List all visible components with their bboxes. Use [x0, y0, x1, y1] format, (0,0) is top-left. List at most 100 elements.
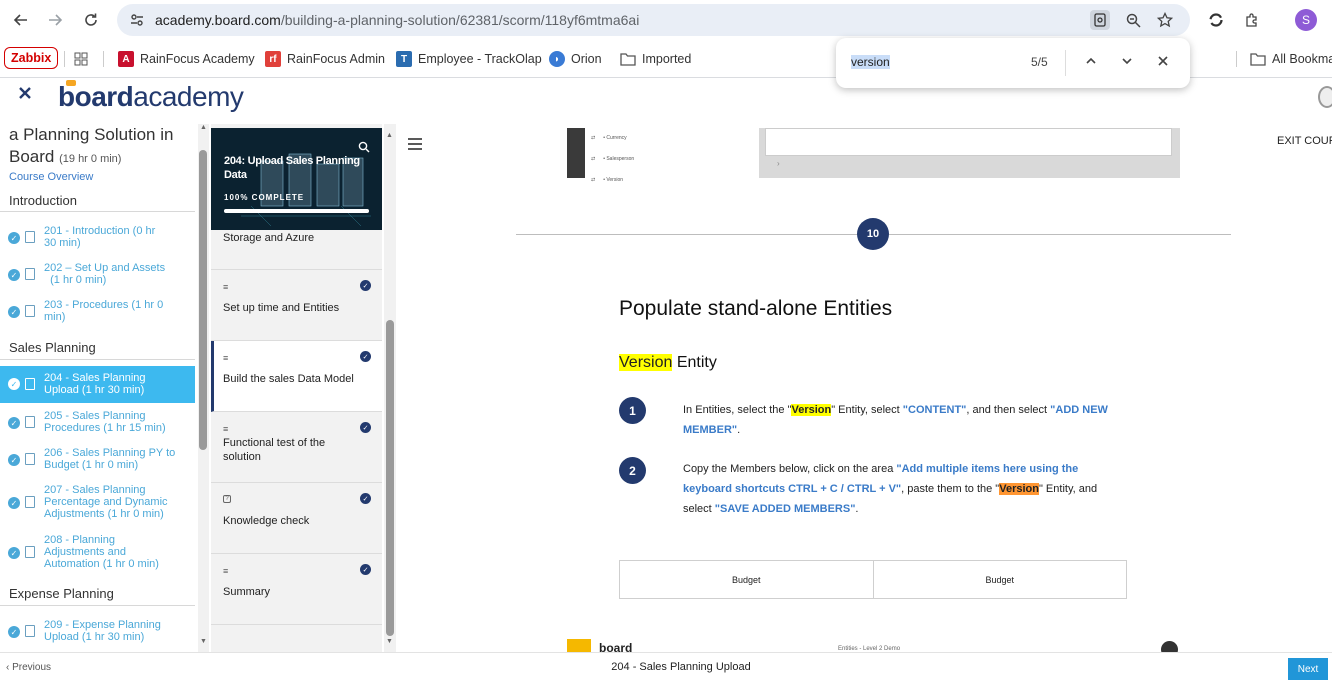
scroll-up-arrow-icon[interactable]: ▲ — [200, 124, 207, 131]
section-expense-planning[interactable]: Expense Planning — [9, 586, 114, 601]
bookmark-rainfocus-admin[interactable]: rf RainFocus Admin — [265, 49, 385, 69]
bookmark-label: Zabbix — [11, 51, 52, 65]
exit-course-button[interactable]: EXIT COUR — [1277, 135, 1332, 147]
lesson-203[interactable]: ✓ 203 - Procedures (1 hr 0 min) — [0, 298, 195, 324]
step-number-badge: 1 — [619, 397, 646, 424]
zoom-icon[interactable] — [1123, 10, 1143, 30]
next-button[interactable]: Next — [1288, 658, 1328, 680]
lesson-panel-scrollbar[interactable]: ▲ ▼ — [384, 124, 396, 652]
logo-academy-text: academy — [133, 81, 244, 112]
step-text-segment: . — [737, 424, 741, 436]
lesson-banner-title: 204: Upload Sales Planning Data — [224, 154, 360, 182]
bookmark-star-icon[interactable] — [1155, 10, 1175, 30]
lesson-205[interactable]: ✓ 205 - Sales Planning Procedures (1 hr 1… — [0, 409, 195, 435]
lesson-label: 204 - Sales Planning — [44, 372, 146, 384]
back-arrow-icon[interactable] — [10, 9, 32, 31]
lesson-label: 203 - Procedures (1 hr 0 — [44, 299, 164, 311]
lesson-label: Budget (1 hr 0 min) — [44, 459, 139, 471]
close-course-icon[interactable] — [18, 86, 32, 105]
lesson-201[interactable]: ✓ 201 - Introduction (0 hr 30 min) — [0, 224, 195, 250]
text-lines-icon: ≡ — [223, 424, 229, 434]
find-in-page-icon[interactable] — [1090, 10, 1110, 30]
bookmark-zabbix[interactable]: Zabbix — [4, 47, 59, 69]
section-introduction[interactable]: Introduction — [9, 193, 77, 208]
lesson-label: Upload (1 hr 30 min) — [44, 631, 145, 643]
find-query-input[interactable]: version — [851, 55, 890, 69]
lesson-209[interactable]: ✓ 209 - Expense Planning Upload (1 hr 30 … — [0, 618, 195, 644]
lesson-panel-scroll-thumb[interactable] — [386, 320, 394, 636]
lesson-label: 201 - Introduction (0 hr — [44, 225, 156, 237]
topic-label: solution — [223, 451, 261, 463]
topic-label: Storage and Azure — [223, 232, 315, 244]
extensions-puzzle-icon[interactable] — [1241, 9, 1263, 31]
find-match-current-highlight: Version — [999, 483, 1039, 495]
screenshot-input-area — [765, 128, 1172, 156]
reload-icon[interactable] — [80, 9, 102, 31]
topic-build-the-sales-data-model[interactable]: ≡ ✓ Build the sales Data Model — [211, 341, 382, 412]
bookmark-label: Employee - TrackOlap — [418, 52, 542, 66]
lesson-206[interactable]: ✓ 206 - Sales Planning PY to Budget (1 hr… — [0, 446, 195, 472]
topic-label: Summary — [223, 586, 271, 598]
quiz-icon: ? — [223, 495, 231, 503]
sidebar-scrollbar[interactable]: ▲ ▼ — [198, 124, 209, 652]
scroll-up-arrow-icon[interactable]: ▲ — [386, 132, 393, 139]
apps-grid-icon[interactable] — [73, 49, 89, 69]
topic-set-up-time-and-entities[interactable]: ≡ ✓ Set up time and Entities — [211, 270, 382, 341]
scroll-down-arrow-icon[interactable]: ▼ — [386, 638, 393, 645]
table-cell: Budget — [620, 561, 874, 598]
chevron-down-icon[interactable] — [1120, 54, 1134, 73]
topic-storage-and-azure[interactable]: Storage and Azure — [211, 230, 382, 270]
bookmark-orion[interactable]: ◗ Orion — [549, 49, 602, 69]
close-icon[interactable] — [1156, 54, 1170, 73]
sidebar-scroll-thumb[interactable] — [199, 150, 207, 450]
header-toggle[interactable] — [1318, 86, 1332, 108]
profile-avatar[interactable]: S — [1295, 9, 1317, 31]
check-circle-icon: ✓ — [360, 564, 371, 575]
document-icon — [25, 268, 35, 280]
lesson-202[interactable]: ✓ 202 – Set Up and Assets (1 hr 0 min) — [0, 261, 195, 287]
step-emphasis: "CONTENT" — [902, 404, 967, 416]
hamburger-menu-icon[interactable] — [408, 137, 422, 155]
topic-knowledge-check[interactable]: ? ✓ Knowledge check — [211, 483, 382, 554]
course-title-line: a Planning Solution in — [9, 125, 174, 144]
topic-label: Knowledge check — [223, 515, 310, 527]
site-info-icon[interactable] — [127, 10, 147, 30]
forward-arrow-icon[interactable] — [44, 9, 66, 31]
orion-icon: ◗ — [549, 51, 565, 67]
section-divider — [0, 211, 195, 212]
topic-summary[interactable]: ≡ ✓ Summary — [211, 554, 382, 625]
section-sales-planning[interactable]: Sales Planning — [9, 340, 96, 355]
address-bar[interactable]: academy.board.com/building-a-planning-so… — [117, 4, 1190, 36]
lesson-topic-panel: 204: Upload Sales Planning Data 100% COMP… — [211, 124, 382, 652]
lesson-label: 209 - Expense Planning — [44, 619, 161, 631]
lesson-label: Automation (1 hr 0 min) — [44, 558, 159, 570]
search-icon[interactable] — [358, 140, 370, 158]
step-emphasis: "SAVE ADDED MEMBERS" — [714, 503, 856, 515]
bookmark-label: RainFocus Admin — [287, 52, 385, 66]
lesson-208[interactable]: ✓ 208 - Planning Adjustments and Automatio… — [0, 533, 195, 571]
bookmark-trackolap[interactable]: T Employee - TrackOlap — [396, 49, 542, 69]
chevron-up-icon[interactable] — [1084, 54, 1098, 73]
lesson-207[interactable]: ✓ 207 - Sales Planning Percentage and Dyn… — [0, 483, 195, 521]
bookmark-rainfocus-academy[interactable]: A RainFocus Academy — [118, 49, 255, 69]
bookmark-divider — [1236, 51, 1237, 67]
document-icon — [25, 378, 35, 390]
bookmark-all-bookmarks[interactable]: All Bookma — [1250, 49, 1332, 69]
section-divider — [0, 359, 195, 360]
lesson-label: Percentage and Dynamic — [44, 496, 168, 508]
logo-accent-mark — [66, 80, 76, 86]
rainfocus-admin-icon: rf — [265, 51, 281, 67]
scroll-down-arrow-icon[interactable]: ▼ — [200, 638, 207, 645]
browser-toolbar: academy.board.com/building-a-planning-so… — [0, 0, 1332, 40]
course-overview-link[interactable]: Course Overview — [9, 171, 93, 183]
bookmark-folder-imported[interactable]: Imported — [620, 49, 691, 69]
extension-sync-icon[interactable] — [1205, 9, 1227, 31]
text-lines-icon: ≡ — [223, 353, 229, 363]
screenshot-row-list: ⇄ • Currency ⇄ • Salesperson ⇄ • Version — [591, 135, 635, 183]
lesson-label: (1 hr 0 min) — [44, 274, 107, 286]
lesson-banner-title-line: 204: Upload Sales Planning — [224, 155, 360, 167]
lesson-204[interactable]: ✓ 204 - Sales Planning Upload (1 hr 30 mi… — [0, 366, 195, 403]
embedded-screenshot: ⇄ • Currency ⇄ • Salesperson ⇄ • Version › — [567, 128, 1180, 183]
topic-functional-test[interactable]: ≡ ✓ Functional test of the solution — [211, 412, 382, 483]
topic-label: Build the sales Data Model — [223, 373, 354, 385]
